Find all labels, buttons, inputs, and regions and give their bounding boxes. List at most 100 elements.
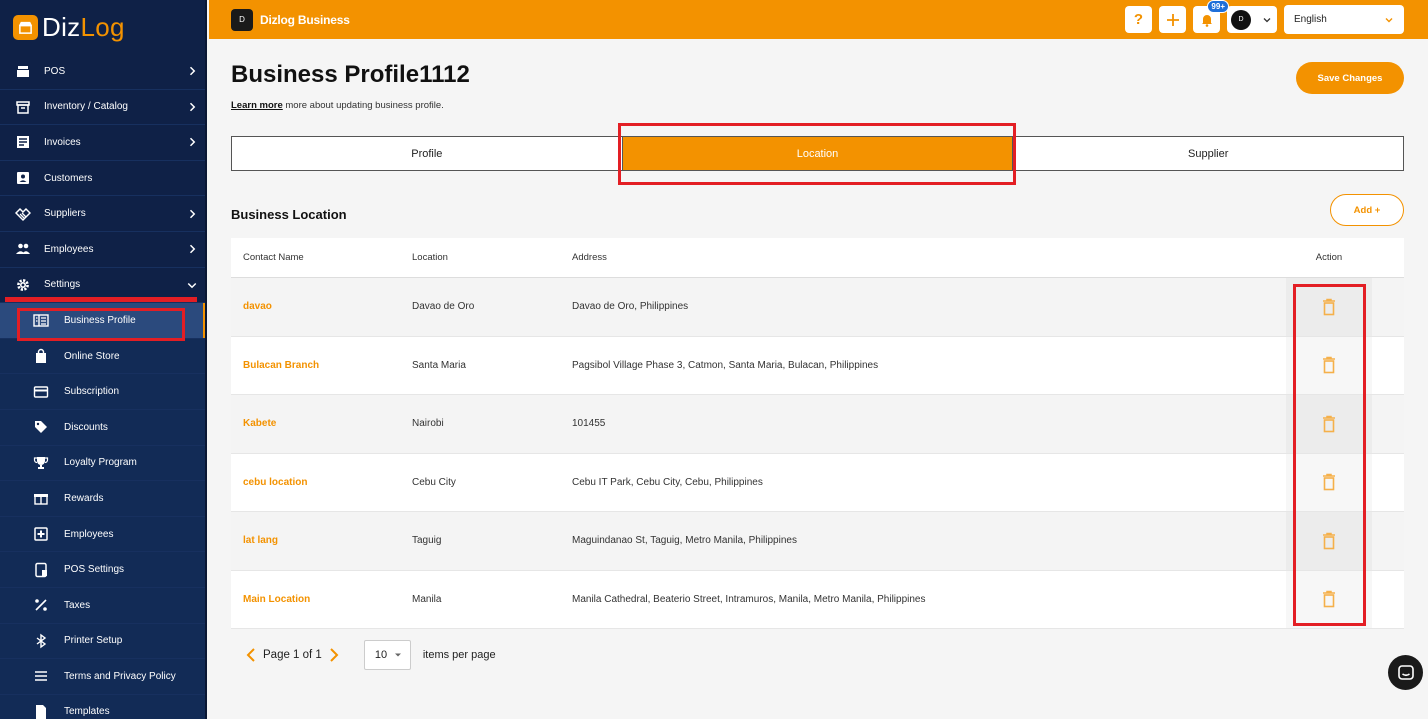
learn-more-link[interactable]: Learn more	[231, 100, 283, 111]
lines-icon-wrap	[0, 668, 64, 684]
sidebar-subitem-pos-settings[interactable]: POS Settings	[0, 552, 207, 588]
gift-icon-wrap	[0, 490, 64, 506]
bell-icon	[1201, 14, 1212, 27]
contact-name-link[interactable]: Main Location	[231, 594, 412, 605]
contact-icon	[17, 172, 29, 185]
card-icon	[33, 385, 49, 398]
chevron-wrap	[177, 208, 207, 220]
sidebar-subitem-rewards[interactable]: Rewards	[0, 481, 207, 517]
main-content: Business Profile1112 Learn more more abo…	[209, 39, 1428, 719]
employee-badge-icon	[34, 527, 48, 541]
sidebar-subitem-label: POS Settings	[64, 564, 125, 576]
gear-icon-wrap	[0, 277, 44, 293]
sidebar-subitem-templates[interactable]: Templates	[0, 694, 207, 719]
sidebar-item-employees[interactable]: Employees	[0, 232, 207, 268]
logo[interactable]: DizLog	[0, 0, 207, 54]
gear-icon	[17, 278, 29, 291]
table-row: davao Davao de Oro Davao de Oro, Philippin…	[231, 278, 1404, 337]
sidebar-subitem-label: Taxes	[64, 599, 91, 611]
table-row: Kabete Nairobi 101455	[231, 395, 1404, 454]
add-button[interactable]	[1159, 6, 1186, 33]
chat-icon	[1397, 664, 1414, 680]
file-icon	[36, 704, 46, 719]
sidebar-subitem-online-store[interactable]: Online Store	[0, 338, 207, 375]
page-indicator: Page 1 of 1	[263, 649, 322, 661]
sidebar-subitem-label: Subscription	[64, 386, 120, 398]
sidebar-item-customers[interactable]: Customers	[0, 161, 207, 197]
invoice-icon	[17, 136, 29, 149]
brand-logo-icon: D	[231, 8, 253, 31]
handshake-icon-wrap	[0, 206, 44, 222]
chevron-wrap	[177, 243, 207, 255]
people-icon-wrap	[0, 241, 44, 257]
highlight-action-column	[1293, 284, 1366, 626]
contact-name-link[interactable]: Bulacan Branch	[231, 360, 412, 371]
page-subtitle: Learn more more about updating business …	[231, 100, 444, 111]
contact-name-link[interactable]: cebu location	[231, 477, 412, 488]
table-row: Bulacan Branch Santa Maria Pagsibol Villag…	[231, 336, 1404, 395]
per-page-select[interactable]: 10	[363, 640, 411, 670]
gift-icon	[34, 494, 48, 506]
contact-name-link[interactable]: lat lang	[231, 535, 412, 546]
box-icon	[16, 101, 30, 114]
sidebar-item-inventory-catalog[interactable]: Inventory / Catalog	[0, 90, 207, 126]
people-icon	[16, 243, 30, 255]
avatar: D	[1231, 9, 1251, 30]
sidebar-item-label: Invoices	[44, 136, 81, 148]
chat-launcher[interactable]	[1388, 655, 1423, 690]
sidebar: DizLog POS Inventory / Catalog Invoices Cus…	[0, 0, 207, 719]
chevron-down-icon	[1263, 17, 1271, 22]
tablet-icon	[35, 562, 47, 577]
caret-down-icon	[394, 653, 401, 657]
per-page-label: items per page	[422, 649, 496, 661]
address-cell: Manila Cathedral, Beaterio Street, Intra…	[572, 593, 926, 605]
help-button[interactable]: ?	[1125, 6, 1152, 33]
contact-name-link[interactable]: Kabete	[231, 418, 412, 429]
chevron-down-icon	[187, 282, 197, 289]
notifications-button[interactable]: 99+	[1193, 0, 1229, 33]
chevron-right-icon	[189, 138, 196, 147]
sidebar-subitem-label: Printer Setup	[64, 635, 123, 647]
sidebar-subitem-discounts[interactable]: Discounts	[0, 409, 207, 446]
trophy-icon	[33, 456, 49, 469]
tab-supplier[interactable]: Supplier	[1013, 137, 1403, 170]
chevron-wrap	[177, 65, 207, 77]
sidebar-subitem-subscription[interactable]: Subscription	[0, 374, 207, 410]
highlight-settings	[5, 297, 197, 302]
percent-icon-wrap	[0, 597, 64, 613]
chevron-right-icon	[189, 67, 196, 76]
tab-profile[interactable]: Profile	[232, 137, 623, 170]
sidebar-subitem-employees[interactable]: Employees	[0, 516, 207, 553]
location-cell: Nairobi	[412, 418, 444, 430]
sidebar-subitem-label: Discounts	[64, 421, 108, 433]
sidebar-item-suppliers[interactable]: Suppliers	[0, 196, 207, 232]
highlight-business-profile	[17, 308, 185, 341]
bag-icon	[36, 348, 46, 364]
question-icon: ?	[1133, 11, 1144, 28]
chevron-right-icon[interactable]	[328, 647, 340, 663]
contact-name-link[interactable]: davao	[231, 301, 412, 312]
sidebar-subitem-terms-and-privacy-policy[interactable]: Terms and Privacy Policy	[0, 659, 207, 695]
sidebar-subitem-printer-setup[interactable]: Printer Setup	[0, 623, 207, 660]
sidebar-subitem-label: Online Store	[64, 350, 120, 362]
address-cell: 101455	[572, 418, 606, 430]
add-location-button[interactable]: Add +	[1330, 194, 1404, 226]
sidebar-item-label: POS	[44, 65, 66, 77]
store-icon	[13, 14, 38, 40]
chevron-down-icon	[1385, 17, 1393, 22]
location-cell: Davao de Oro	[412, 301, 475, 313]
language-select[interactable]: English	[1284, 5, 1404, 34]
sidebar-item-invoices[interactable]: Invoices	[0, 125, 207, 161]
sidebar-subitem-loyalty-program[interactable]: Loyalty Program	[0, 445, 207, 482]
bluetooth-icon-wrap	[0, 633, 64, 649]
header-action: Action	[1315, 252, 1343, 263]
handshake-icon	[15, 207, 31, 221]
save-changes-button[interactable]: Save Changes	[1296, 62, 1404, 94]
chevron-left-icon[interactable]	[245, 647, 257, 663]
sidebar-subitem-taxes[interactable]: Taxes	[0, 587, 207, 624]
account-menu[interactable]: D	[1227, 6, 1277, 33]
table-row: cebu location Cebu City Cebu IT Park, Cebu…	[231, 453, 1404, 512]
file-icon-wrap	[0, 704, 64, 719]
sidebar-item-pos[interactable]: POS	[0, 54, 207, 90]
language-value: English	[1294, 14, 1327, 25]
